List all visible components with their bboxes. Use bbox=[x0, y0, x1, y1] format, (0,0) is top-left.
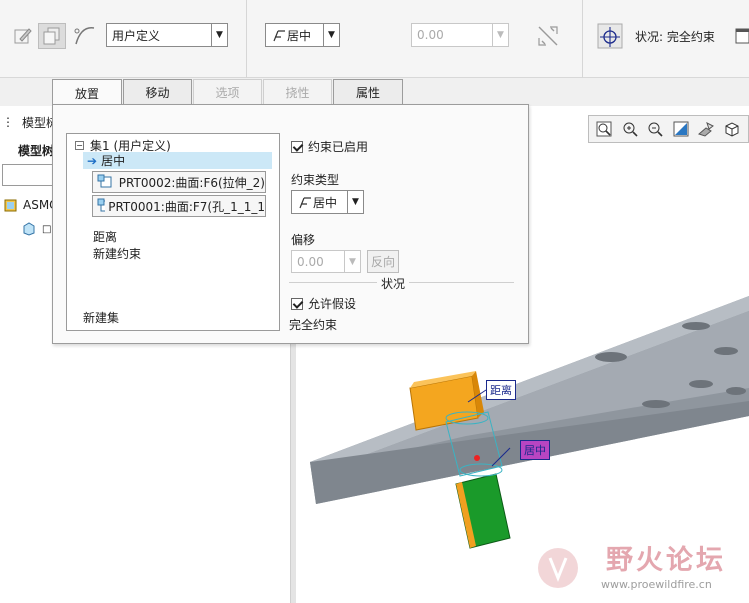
tab-options[interactable]: 选项 bbox=[193, 79, 262, 105]
constraint-center-icon bbox=[273, 30, 285, 42]
watermark-url: www.proewildfire.cn bbox=[601, 578, 712, 591]
reference-item-label: PRT0001:曲面:F7(孔_1_1_1 bbox=[108, 199, 265, 214]
panel-offset-input[interactable]: 0.00 ▼ bbox=[291, 250, 361, 273]
offset-value: 0.00 bbox=[417, 28, 444, 42]
move-handle-icon[interactable] bbox=[596, 22, 624, 50]
allow-assumption-label: 允许假设 bbox=[308, 297, 357, 311]
graphics-toolbar bbox=[588, 115, 749, 143]
watermark-logo bbox=[538, 548, 578, 588]
plate-hole bbox=[726, 387, 746, 395]
constraint-set-type-value: 用户定义 bbox=[112, 28, 161, 43]
ribbon-divider bbox=[246, 0, 247, 78]
tree-item-child-label: □ bbox=[42, 223, 52, 235]
plate-hole bbox=[714, 347, 738, 355]
tree-item-child[interactable]: □ bbox=[22, 222, 51, 236]
tab-move[interactable]: 移动 bbox=[123, 79, 192, 105]
panel-constraint-type-value: 居中 bbox=[313, 195, 338, 210]
reference-item[interactable]: PRT0002:曲面:F6(拉伸_2) bbox=[92, 171, 266, 193]
collapse-icon[interactable]: − bbox=[75, 141, 84, 150]
plate-hole bbox=[642, 400, 670, 408]
plate-hole bbox=[595, 352, 627, 362]
surface-reference-icon bbox=[97, 198, 106, 212]
checkbox-checked-icon bbox=[291, 141, 303, 153]
chevron-down-icon: ▼ bbox=[492, 24, 508, 46]
allow-assumption-checkbox[interactable]: 允许假设 bbox=[291, 295, 356, 312]
plate-hole bbox=[689, 380, 713, 388]
chevron-down-icon: ▼ bbox=[211, 24, 227, 46]
constraint-enabled-label: 约束已启用 bbox=[308, 140, 369, 154]
repaint-icon[interactable] bbox=[672, 120, 690, 138]
callout-distance: 距离 bbox=[486, 380, 516, 400]
status-text: 状况: 完全约束 bbox=[635, 30, 715, 44]
callout-center: 居中 bbox=[520, 440, 550, 460]
constraint-center-icon bbox=[299, 197, 311, 209]
window-icon[interactable] bbox=[733, 26, 749, 46]
flip-icon[interactable] bbox=[536, 24, 558, 46]
checkbox-checked-icon bbox=[291, 298, 303, 310]
constraint-item-distance[interactable]: 距离 bbox=[93, 228, 117, 245]
assembly-icon bbox=[4, 199, 17, 212]
constraint-set-list: − 集1 (用户定义) ➔ 居中 PRT0002:曲面:F6(拉伸_2) PRT… bbox=[66, 133, 280, 331]
watermark-title: 野火论坛 bbox=[606, 545, 726, 576]
model-tree-subtitle: 模型树 bbox=[18, 144, 55, 158]
tree-item-root[interactable]: ASMO bbox=[4, 198, 59, 212]
constraint-item-selected[interactable]: ➔ 居中 bbox=[83, 152, 272, 169]
chevron-down-icon: ▼ bbox=[344, 251, 360, 272]
chevron-down-icon: ▼ bbox=[347, 191, 363, 213]
constraint-type-label: 约束类型 bbox=[291, 173, 340, 187]
ribbon: 用户定义 ▼ 居中 ▼ 0.00 ▼ 状况: 完全约束 bbox=[0, 0, 749, 78]
surface-reference-icon bbox=[97, 174, 112, 188]
arrow-right-icon: ➔ bbox=[87, 153, 98, 168]
status-group-label: 状况 bbox=[377, 275, 410, 292]
zoom-in-icon[interactable] bbox=[621, 120, 639, 138]
ribbon-divider bbox=[582, 0, 583, 78]
constraint-type-value: 居中 bbox=[287, 28, 312, 43]
panel-constraint-type-select[interactable]: 居中 ▼ bbox=[291, 190, 364, 214]
tab-properties[interactable]: 属性 bbox=[333, 79, 403, 105]
placement-panel: − 集1 (用户定义) ➔ 居中 PRT0002:曲面:F6(拉伸_2) PRT… bbox=[52, 104, 529, 344]
panel-offset-value: 0.00 bbox=[297, 254, 324, 269]
edit-definition-icon[interactable] bbox=[12, 25, 34, 47]
chevron-down-icon: ▼ bbox=[323, 24, 339, 46]
tab-flexibility[interactable]: 挠性 bbox=[263, 79, 332, 105]
reference-item[interactable]: PRT0001:曲面:F7(孔_1_1_1 bbox=[92, 195, 266, 217]
copy-icon[interactable] bbox=[38, 23, 66, 49]
part-icon bbox=[23, 222, 35, 236]
tab-placement[interactable]: 放置 bbox=[52, 79, 122, 106]
constraint-item-label: 居中 bbox=[101, 154, 126, 168]
constraint-set-type-select[interactable]: 用户定义 ▼ bbox=[106, 23, 228, 47]
status-full-constraint: 完全约束 bbox=[289, 318, 338, 332]
constraint-enabled-checkbox[interactable]: 约束已启用 bbox=[291, 138, 368, 155]
plate-hole bbox=[682, 322, 710, 330]
display-style-icon[interactable] bbox=[697, 120, 715, 138]
offset-label: 偏移 bbox=[291, 233, 316, 247]
reference-item-label: PRT0002:曲面:F6(拉伸_2) bbox=[118, 175, 265, 190]
constraint-type-select[interactable]: 居中 ▼ bbox=[265, 23, 340, 47]
curve-icon[interactable] bbox=[73, 24, 95, 46]
new-set-link[interactable]: 新建集 bbox=[83, 309, 119, 326]
new-constraint-link[interactable]: 新建约束 bbox=[93, 245, 141, 262]
flip-button[interactable]: 反向 bbox=[367, 250, 399, 273]
offset-input[interactable]: 0.00 ▼ bbox=[411, 23, 509, 47]
zoom-out-icon[interactable] bbox=[646, 120, 664, 138]
center-marker bbox=[474, 455, 480, 461]
tree-grip: ⋮ bbox=[2, 115, 14, 129]
view-manager-icon[interactable] bbox=[723, 120, 741, 138]
refit-icon[interactable] bbox=[595, 120, 613, 138]
